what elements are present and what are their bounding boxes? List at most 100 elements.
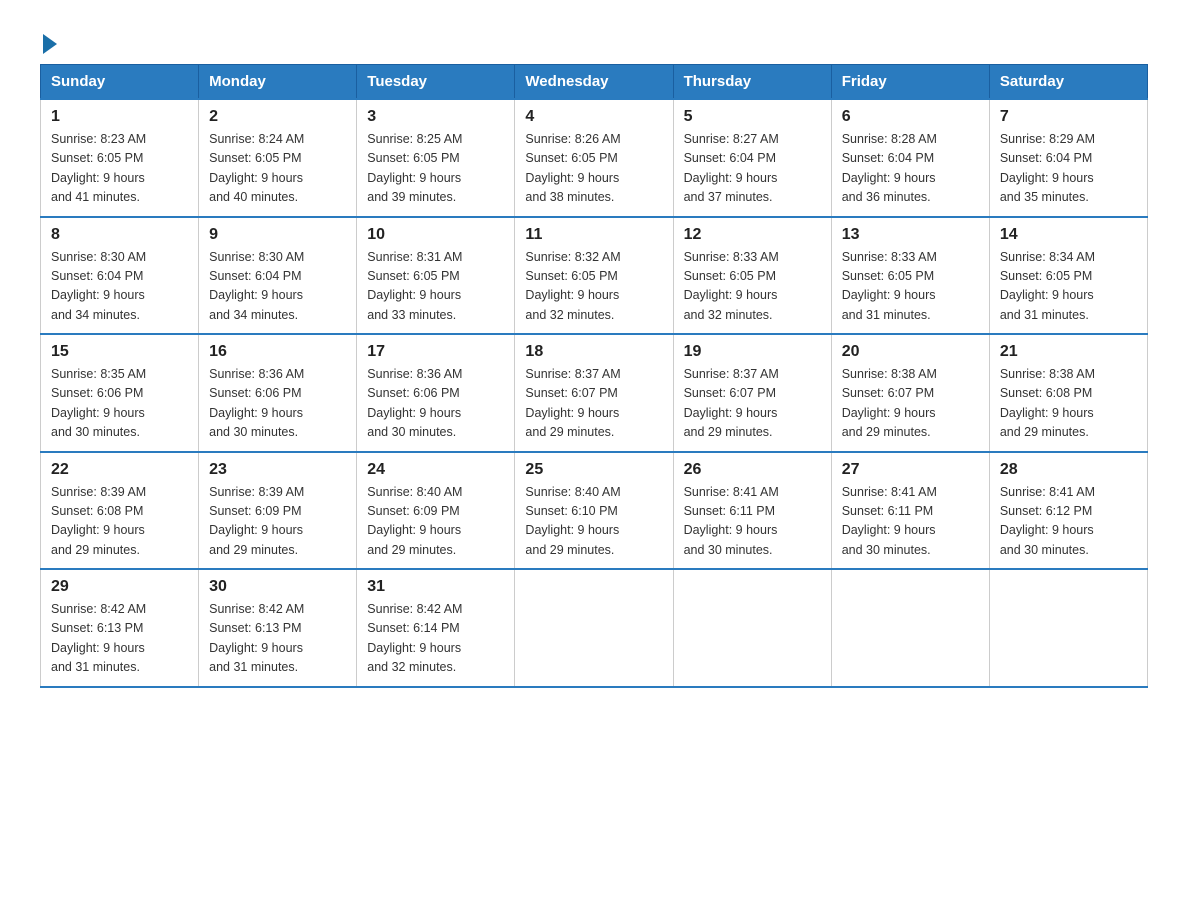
week-row-1: 1 Sunrise: 8:23 AM Sunset: 6:05 PM Dayli… — [41, 99, 1148, 217]
day-number: 23 — [209, 461, 346, 479]
day-cell-12: 12 Sunrise: 8:33 AM Sunset: 6:05 PM Dayl… — [673, 217, 831, 335]
day-info: Sunrise: 8:33 AM Sunset: 6:05 PM Dayligh… — [684, 248, 821, 326]
day-number: 10 — [367, 226, 504, 244]
empty-cell — [989, 569, 1147, 687]
day-number: 28 — [1000, 461, 1137, 479]
day-info: Sunrise: 8:28 AM Sunset: 6:04 PM Dayligh… — [842, 130, 979, 208]
day-cell-29: 29 Sunrise: 8:42 AM Sunset: 6:13 PM Dayl… — [41, 569, 199, 687]
day-number: 13 — [842, 226, 979, 244]
day-number: 4 — [525, 108, 662, 126]
column-header-saturday: Saturday — [989, 65, 1147, 100]
empty-cell — [673, 569, 831, 687]
day-info: Sunrise: 8:41 AM Sunset: 6:12 PM Dayligh… — [1000, 483, 1137, 561]
day-info: Sunrise: 8:25 AM Sunset: 6:05 PM Dayligh… — [367, 130, 504, 208]
day-number: 30 — [209, 578, 346, 596]
column-header-wednesday: Wednesday — [515, 65, 673, 100]
column-header-monday: Monday — [199, 65, 357, 100]
day-number: 24 — [367, 461, 504, 479]
calendar-table: SundayMondayTuesdayWednesdayThursdayFrid… — [40, 64, 1148, 688]
day-cell-23: 23 Sunrise: 8:39 AM Sunset: 6:09 PM Dayl… — [199, 452, 357, 570]
day-number: 29 — [51, 578, 188, 596]
day-cell-31: 31 Sunrise: 8:42 AM Sunset: 6:14 PM Dayl… — [357, 569, 515, 687]
day-cell-6: 6 Sunrise: 8:28 AM Sunset: 6:04 PM Dayli… — [831, 99, 989, 217]
day-number: 20 — [842, 343, 979, 361]
day-info: Sunrise: 8:30 AM Sunset: 6:04 PM Dayligh… — [51, 248, 188, 326]
week-row-2: 8 Sunrise: 8:30 AM Sunset: 6:04 PM Dayli… — [41, 217, 1148, 335]
day-number: 1 — [51, 108, 188, 126]
day-number: 15 — [51, 343, 188, 361]
day-info: Sunrise: 8:39 AM Sunset: 6:09 PM Dayligh… — [209, 483, 346, 561]
day-info: Sunrise: 8:29 AM Sunset: 6:04 PM Dayligh… — [1000, 130, 1137, 208]
day-number: 31 — [367, 578, 504, 596]
day-number: 5 — [684, 108, 821, 126]
day-number: 26 — [684, 461, 821, 479]
day-info: Sunrise: 8:33 AM Sunset: 6:05 PM Dayligh… — [842, 248, 979, 326]
day-info: Sunrise: 8:30 AM Sunset: 6:04 PM Dayligh… — [209, 248, 346, 326]
day-number: 8 — [51, 226, 188, 244]
day-number: 7 — [1000, 108, 1137, 126]
day-info: Sunrise: 8:35 AM Sunset: 6:06 PM Dayligh… — [51, 365, 188, 443]
empty-cell — [515, 569, 673, 687]
day-number: 19 — [684, 343, 821, 361]
logo — [40, 30, 57, 50]
day-number: 3 — [367, 108, 504, 126]
day-cell-11: 11 Sunrise: 8:32 AM Sunset: 6:05 PM Dayl… — [515, 217, 673, 335]
column-header-tuesday: Tuesday — [357, 65, 515, 100]
day-number: 12 — [684, 226, 821, 244]
day-number: 6 — [842, 108, 979, 126]
day-info: Sunrise: 8:39 AM Sunset: 6:08 PM Dayligh… — [51, 483, 188, 561]
day-cell-17: 17 Sunrise: 8:36 AM Sunset: 6:06 PM Dayl… — [357, 334, 515, 452]
day-cell-26: 26 Sunrise: 8:41 AM Sunset: 6:11 PM Dayl… — [673, 452, 831, 570]
empty-cell — [831, 569, 989, 687]
day-cell-3: 3 Sunrise: 8:25 AM Sunset: 6:05 PM Dayli… — [357, 99, 515, 217]
day-cell-20: 20 Sunrise: 8:38 AM Sunset: 6:07 PM Dayl… — [831, 334, 989, 452]
day-info: Sunrise: 8:37 AM Sunset: 6:07 PM Dayligh… — [525, 365, 662, 443]
header-row: SundayMondayTuesdayWednesdayThursdayFrid… — [41, 65, 1148, 100]
day-info: Sunrise: 8:42 AM Sunset: 6:14 PM Dayligh… — [367, 600, 504, 678]
day-info: Sunrise: 8:27 AM Sunset: 6:04 PM Dayligh… — [684, 130, 821, 208]
day-cell-18: 18 Sunrise: 8:37 AM Sunset: 6:07 PM Dayl… — [515, 334, 673, 452]
day-cell-4: 4 Sunrise: 8:26 AM Sunset: 6:05 PM Dayli… — [515, 99, 673, 217]
day-number: 22 — [51, 461, 188, 479]
day-info: Sunrise: 8:32 AM Sunset: 6:05 PM Dayligh… — [525, 248, 662, 326]
day-number: 25 — [525, 461, 662, 479]
day-number: 17 — [367, 343, 504, 361]
day-info: Sunrise: 8:23 AM Sunset: 6:05 PM Dayligh… — [51, 130, 188, 208]
day-info: Sunrise: 8:26 AM Sunset: 6:05 PM Dayligh… — [525, 130, 662, 208]
column-header-thursday: Thursday — [673, 65, 831, 100]
day-cell-19: 19 Sunrise: 8:37 AM Sunset: 6:07 PM Dayl… — [673, 334, 831, 452]
day-cell-8: 8 Sunrise: 8:30 AM Sunset: 6:04 PM Dayli… — [41, 217, 199, 335]
day-info: Sunrise: 8:36 AM Sunset: 6:06 PM Dayligh… — [367, 365, 504, 443]
day-number: 21 — [1000, 343, 1137, 361]
week-row-5: 29 Sunrise: 8:42 AM Sunset: 6:13 PM Dayl… — [41, 569, 1148, 687]
day-info: Sunrise: 8:40 AM Sunset: 6:09 PM Dayligh… — [367, 483, 504, 561]
day-cell-13: 13 Sunrise: 8:33 AM Sunset: 6:05 PM Dayl… — [831, 217, 989, 335]
day-info: Sunrise: 8:38 AM Sunset: 6:07 PM Dayligh… — [842, 365, 979, 443]
day-cell-28: 28 Sunrise: 8:41 AM Sunset: 6:12 PM Dayl… — [989, 452, 1147, 570]
day-cell-1: 1 Sunrise: 8:23 AM Sunset: 6:05 PM Dayli… — [41, 99, 199, 217]
day-cell-25: 25 Sunrise: 8:40 AM Sunset: 6:10 PM Dayl… — [515, 452, 673, 570]
day-cell-22: 22 Sunrise: 8:39 AM Sunset: 6:08 PM Dayl… — [41, 452, 199, 570]
day-cell-10: 10 Sunrise: 8:31 AM Sunset: 6:05 PM Dayl… — [357, 217, 515, 335]
day-cell-2: 2 Sunrise: 8:24 AM Sunset: 6:05 PM Dayli… — [199, 99, 357, 217]
day-cell-30: 30 Sunrise: 8:42 AM Sunset: 6:13 PM Dayl… — [199, 569, 357, 687]
day-info: Sunrise: 8:41 AM Sunset: 6:11 PM Dayligh… — [684, 483, 821, 561]
logo-arrow-icon — [43, 34, 57, 54]
day-cell-7: 7 Sunrise: 8:29 AM Sunset: 6:04 PM Dayli… — [989, 99, 1147, 217]
day-info: Sunrise: 8:34 AM Sunset: 6:05 PM Dayligh… — [1000, 248, 1137, 326]
day-number: 11 — [525, 226, 662, 244]
day-info: Sunrise: 8:42 AM Sunset: 6:13 PM Dayligh… — [209, 600, 346, 678]
column-header-friday: Friday — [831, 65, 989, 100]
week-row-3: 15 Sunrise: 8:35 AM Sunset: 6:06 PM Dayl… — [41, 334, 1148, 452]
day-number: 18 — [525, 343, 662, 361]
day-cell-21: 21 Sunrise: 8:38 AM Sunset: 6:08 PM Dayl… — [989, 334, 1147, 452]
day-cell-5: 5 Sunrise: 8:27 AM Sunset: 6:04 PM Dayli… — [673, 99, 831, 217]
day-info: Sunrise: 8:37 AM Sunset: 6:07 PM Dayligh… — [684, 365, 821, 443]
logo-top — [40, 30, 57, 54]
day-info: Sunrise: 8:38 AM Sunset: 6:08 PM Dayligh… — [1000, 365, 1137, 443]
day-cell-24: 24 Sunrise: 8:40 AM Sunset: 6:09 PM Dayl… — [357, 452, 515, 570]
day-number: 27 — [842, 461, 979, 479]
day-info: Sunrise: 8:31 AM Sunset: 6:05 PM Dayligh… — [367, 248, 504, 326]
day-info: Sunrise: 8:41 AM Sunset: 6:11 PM Dayligh… — [842, 483, 979, 561]
day-number: 2 — [209, 108, 346, 126]
